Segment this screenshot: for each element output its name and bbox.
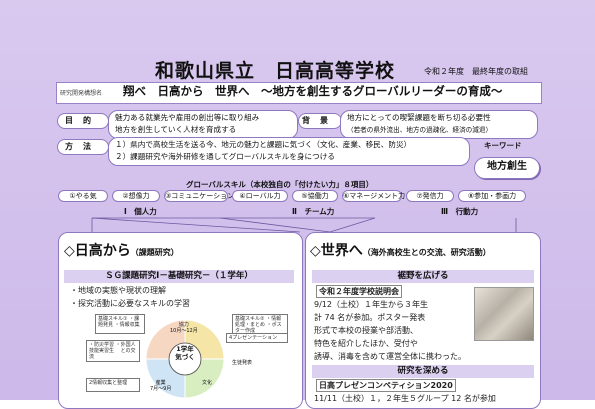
- event2-title: 日高プレゼンコンペティション2020: [316, 379, 456, 392]
- right-strip-1: 裾野を広げる: [312, 270, 534, 283]
- event1-line-4: 特色を紹介したほか、受付や: [314, 339, 418, 348]
- left-bullet-1: ・地域の実態や現状の理解: [70, 286, 166, 295]
- event-photo: [474, 287, 534, 341]
- diagram-box-2: 基礎スキル② ・情報処理・まとめ ・ポスター作成: [232, 314, 288, 334]
- segment-top: 協力 10月〜12月: [170, 322, 198, 334]
- event1-line-5: 誘導、消毒を含めて運営全体に携わった。: [314, 352, 466, 361]
- event1-title: 令和２年度学校説明会: [316, 285, 402, 298]
- left-title-sub: （課題研究）: [130, 248, 179, 257]
- event1-line-2: 計 74 名が参加。ポスター発表: [314, 313, 426, 322]
- left-strip: ＳＧ課題研究Ⅰ－基礎研究－（１学年）: [64, 270, 294, 283]
- page: 和歌山県立 日高高等学校 令和２年度 最終年度の取組 研究開発構想名 翔べ 日高…: [0, 0, 595, 409]
- left-panel-title: ◇日高から（課題研究）: [64, 240, 179, 260]
- segment-right: 文化: [202, 380, 213, 386]
- segment-presentation: 生徒発表: [232, 360, 253, 366]
- event1-line-1: 9/12（土校）１年生から３年生: [314, 300, 428, 309]
- event1-line-3: 形式で本校の授業や部活動、: [314, 326, 418, 335]
- diagram-box-4: 4プレゼンテーション: [226, 333, 288, 343]
- segment-left: 産業 7月〜9月: [150, 380, 172, 392]
- right-title-main: ◇世界へ: [310, 243, 363, 259]
- event2-line: 11/11（土校）１，２年生５グループ 12 名が参加: [314, 394, 496, 403]
- left-title-main: ◇日高から: [64, 243, 131, 259]
- cycle-center-label: 1学年 気づく: [175, 345, 195, 361]
- diagram-box-3: ・防災学習 ・外国人技能実習生 との交流: [86, 340, 140, 362]
- diagram-box-1: 基礎スキル① ・課題発見 ・情報収集: [95, 314, 145, 334]
- right-panel-title: ◇世界へ（海外高校生との交流、研究活動）: [310, 240, 491, 260]
- right-strip-2: 研究を深める: [312, 365, 534, 378]
- left-bullet-2: ・探究活動に必要なスキルの学習: [70, 299, 190, 308]
- diagram-box-5: 2情報収集と整理: [86, 378, 140, 392]
- right-title-sub: （海外高校生との交流、研究活動）: [362, 248, 491, 257]
